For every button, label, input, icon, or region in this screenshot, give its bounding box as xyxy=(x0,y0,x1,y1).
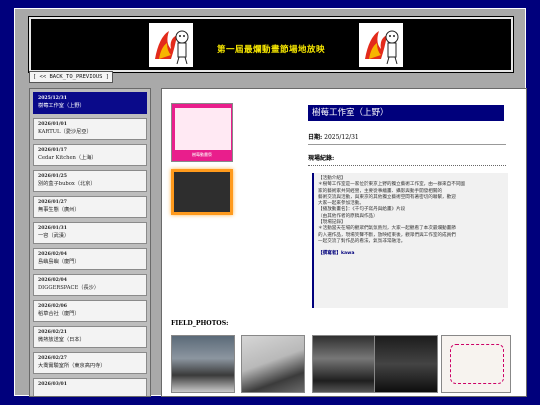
sidebar-venue-item[interactable]: 2026/01/31 一容（武漢） xyxy=(33,222,147,244)
poster-artwork xyxy=(175,108,231,150)
sidebar-venue-item[interactable]: 2026/02/04 DIGGERSPACE（長沙） xyxy=(33,274,147,296)
back-to-previous-button[interactable]: [ << BACK_TO_PREVIOUS ] xyxy=(29,71,113,83)
field-photos-strip xyxy=(171,335,523,393)
field-photos-heading: FIELD_PHOTOS: xyxy=(171,320,229,327)
sidebar-venue-item[interactable]: 2026/01/27 無事生態（廣州） xyxy=(33,196,147,218)
divider xyxy=(308,165,506,166)
event-date: 日期: 2025/12/31 xyxy=(308,132,359,141)
poster-label: 樹莓動畫祭 xyxy=(192,152,212,157)
sidebar-venue-item[interactable]: 2025/12/31 樹莓工作室（上野） xyxy=(33,92,147,114)
sidebar-venue-item[interactable]: 2026/02/21 微熱放送室（日本） xyxy=(33,326,147,348)
event-poster-image[interactable]: 樹莓動畫祭 xyxy=(171,103,233,162)
venue-name: DIGGERSPACE（長沙） xyxy=(38,285,100,291)
festival-logo-icon xyxy=(359,23,403,67)
venue-date: 2026/03/01 xyxy=(38,382,67,387)
venue-sidebar: 2025/12/31 樹莓工作室（上野） 2026/01/01 KARTUL（愛沙尼亞… xyxy=(29,88,151,397)
sidebar-venue-item[interactable]: 2026/02/06 稻草合社（廈門） xyxy=(33,300,147,322)
selected-photo-thumbnail[interactable] xyxy=(171,169,233,215)
page-frame: 第一屆最爛動畫節場地放映 [ << BACK_TO_PREVIOUS ] 202… xyxy=(14,8,527,397)
venue-detail-panel: 樹莓動畫祭 樹莓工作室（上野） 日期: 2025/12/31 現場紀錄: 【活動… xyxy=(161,88,527,397)
doodle-art xyxy=(450,344,504,384)
venue-name: 別的盒子bubox（北京） xyxy=(38,181,96,187)
field-photo[interactable] xyxy=(441,335,511,393)
log-heading: 現場紀錄: xyxy=(308,155,335,162)
venue-name: 大喬實驗室所（東京高円寺） xyxy=(38,363,106,369)
field-photo[interactable] xyxy=(171,335,235,393)
venue-name: KARTUL（愛沙尼亞） xyxy=(38,129,92,135)
venue-name: 一容（武漢） xyxy=(38,233,70,239)
venue-title: 樹莓工作室（上野） xyxy=(308,105,504,121)
log-line: 【撰寫者】kawa xyxy=(318,251,355,257)
venue-name: 島嶼島嶼（廈門） xyxy=(38,259,80,265)
sidebar-venue-item[interactable]: 2026/02/27 大喬實驗室所（東京高円寺） xyxy=(33,352,147,374)
sidebar-venue-item[interactable]: 2026/01/01 KARTUL（愛沙尼亞） xyxy=(33,118,147,140)
venue-name: 稻草合社（廈門） xyxy=(38,311,80,317)
date-label: 日期: xyxy=(308,134,323,141)
field-photo[interactable] xyxy=(241,335,305,393)
venue-name: 無事生態（廣州） xyxy=(38,207,80,213)
venue-name: 微熱放送室（日本） xyxy=(38,337,85,343)
banner-title: 第一屆最爛動畫節場地放映 xyxy=(216,45,325,55)
field-photo[interactable] xyxy=(374,335,438,393)
header-banner: 第一屆最爛動畫節場地放映 xyxy=(28,16,514,73)
sidebar-venue-item[interactable]: 2026/02/04 島嶼島嶼（廈門） xyxy=(33,248,147,270)
venue-name: Cedar Kitchen（上海） xyxy=(38,155,97,161)
field-photo[interactable] xyxy=(312,335,376,393)
divider xyxy=(308,144,506,145)
field-log-text: 【活動介紹】 ＊樹莓工作室是一家位於東京上野的獨立藝術工作室，由一群來自不同國 家的… xyxy=(312,173,508,308)
sidebar-venue-item[interactable]: 2026/01/17 Cedar Kitchen（上海） xyxy=(33,144,147,166)
sidebar-venue-item[interactable]: 2026/01/25 別的盒子bubox（北京） xyxy=(33,170,147,192)
venue-name: 樹莓工作室（上野） xyxy=(38,103,85,109)
sidebar-venue-item[interactable]: 2026/03/01 xyxy=(33,378,147,396)
date-value: 2025/12/31 xyxy=(324,134,359,141)
